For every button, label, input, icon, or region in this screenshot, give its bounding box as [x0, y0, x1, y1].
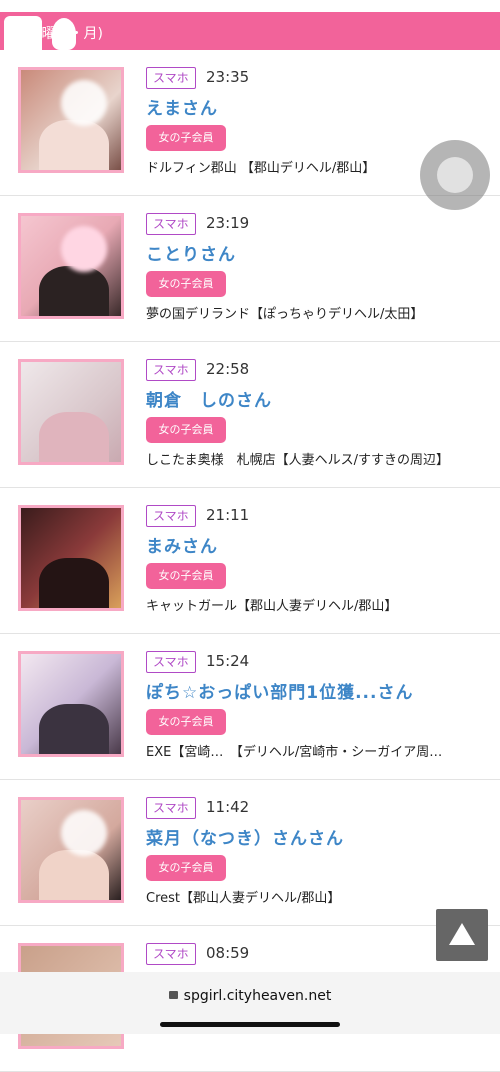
smartphone-badge: スマホ — [146, 213, 196, 235]
scroll-top-button[interactable] — [436, 909, 488, 961]
logo-overlay-2 — [52, 18, 76, 50]
shop-name[interactable]: キャットガール【郡山人妻デリヘル/郡山】 — [146, 595, 496, 614]
smartphone-badge: スマホ — [146, 359, 196, 381]
list-item[interactable]: スマホ 21:11 まみさん 女の子会員 キャットガール【郡山人妻デリヘル/郡山… — [0, 488, 500, 634]
post-time: 21:11 — [206, 506, 250, 524]
post-time: 11:42 — [206, 798, 250, 816]
post-time: 22:58 — [206, 360, 250, 378]
lock-icon — [168, 991, 178, 999]
post-time: 08:59 — [206, 944, 250, 962]
list-item[interactable]: スマホ 11:42 菜月（なつき）さんさん 女の子会員 Crest【郡山人妻デリ… — [0, 780, 500, 926]
member-badge: 女の子会員 — [146, 271, 226, 297]
list-item[interactable]: スマホ 15:24 ぽち☆おっぱい部門1位獲...さん 女の子会員 EXE【宮崎… — [0, 634, 500, 780]
shop-name[interactable]: EXE【宮崎… 【デリヘル/宮崎市・シーガイア周… — [146, 741, 496, 760]
member-badge: 女の子会員 — [146, 855, 226, 881]
smartphone-badge: スマホ — [146, 67, 196, 89]
member-badge: 女の子会員 — [146, 417, 226, 443]
member-badge: 女の子会員 — [146, 709, 226, 735]
header-bar: (土曜日・月) — [0, 12, 500, 56]
girl-name[interactable]: ぽち☆おっぱい部門1位獲...さん — [146, 678, 413, 703]
url-text[interactable]: spgirl.cityheaven.net — [184, 988, 332, 1004]
profile-thumbnail[interactable] — [18, 651, 124, 757]
smartphone-badge: スマホ — [146, 797, 196, 819]
list-item[interactable]: スマホ 22:58 朝倉 しのさん 女の子会員 しこたま奥様 札幌店【人妻ヘルス… — [0, 342, 500, 488]
post-time: 15:24 — [206, 652, 250, 670]
girl-name[interactable]: まみさん — [146, 532, 218, 557]
post-time: 23:19 — [206, 214, 250, 232]
girl-name[interactable]: 朝倉 しのさん — [146, 386, 272, 411]
diary-list: スマホ 23:35 えまさん 女の子会員 ドルフィン郡山 【郡山デリヘル/郡山】… — [0, 50, 500, 1072]
member-badge: 女の子会員 — [146, 125, 226, 151]
shop-name[interactable]: 夢の国デリランド【ぽっちゃりデリヘル/太田】 — [146, 303, 496, 322]
home-indicator[interactable] — [160, 1022, 340, 1027]
profile-thumbnail[interactable] — [18, 67, 124, 173]
profile-thumbnail[interactable] — [18, 359, 124, 465]
list-item[interactable]: スマホ 23:19 ことりさん 女の子会員 夢の国デリランド【ぽっちゃりデリヘル… — [0, 196, 500, 342]
post-time: 23:35 — [206, 68, 250, 86]
triangle-up-icon — [449, 923, 475, 945]
shop-name[interactable]: Crest【郡山人妻デリヘル/郡山】 — [146, 887, 496, 906]
member-badge: 女の子会員 — [146, 563, 226, 589]
girl-name[interactable]: ことりさん — [146, 240, 236, 265]
profile-thumbnail[interactable] — [18, 213, 124, 319]
girl-name[interactable]: 菜月（なつき）さんさん — [146, 824, 344, 849]
profile-thumbnail[interactable] — [18, 797, 124, 903]
smartphone-badge: スマホ — [146, 651, 196, 673]
profile-thumbnail[interactable] — [18, 505, 124, 611]
shop-name[interactable]: しこたま奥様 札幌店【人妻ヘルス/すすきの周辺】 — [146, 449, 496, 468]
assistive-touch-icon[interactable] — [420, 140, 490, 210]
smartphone-badge: スマホ — [146, 943, 196, 965]
smartphone-badge: スマホ — [146, 505, 196, 527]
girl-name[interactable]: えまさん — [146, 94, 218, 119]
